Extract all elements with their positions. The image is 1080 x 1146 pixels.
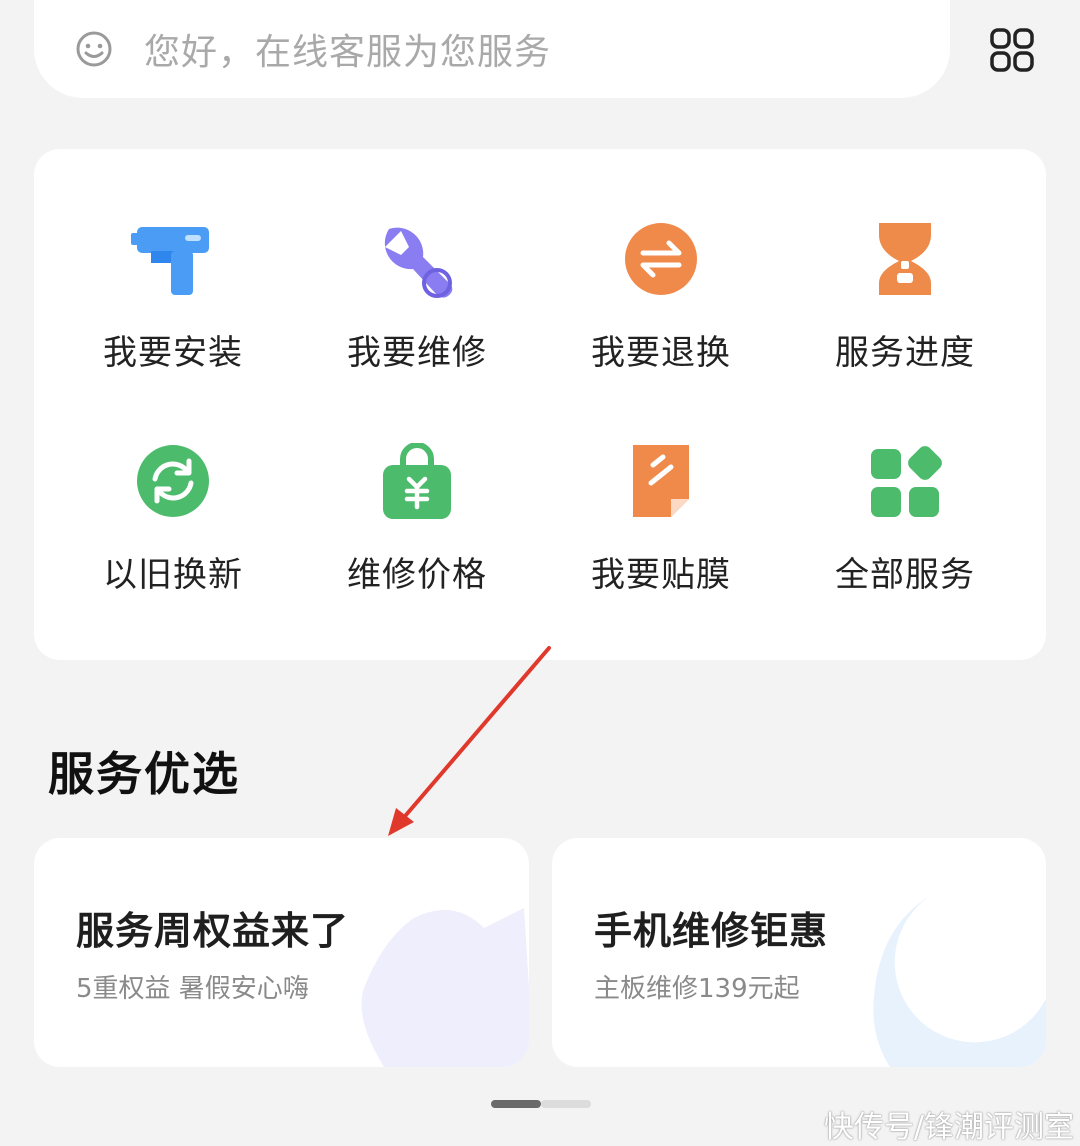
promo-subtitle: 主板维修139元起	[594, 974, 800, 1004]
promo-card-repair-discount[interactable]: 手机维修钜惠 主板维修139元起	[552, 838, 1046, 1067]
refresh-icon	[137, 445, 209, 517]
drill-icon	[131, 227, 209, 295]
service-item-repair[interactable]: 我要维修	[295, 221, 539, 421]
carousel-pager	[491, 1100, 591, 1108]
service-label: 我要安装	[103, 333, 243, 373]
search-placeholder: 您好，在线客服为您服务	[144, 32, 552, 73]
promo-card-service-week[interactable]: 服务周权益来了 5重权益 暑假安心嗨	[34, 838, 529, 1067]
wrench-icon	[384, 227, 453, 298]
price-bag-icon	[383, 443, 451, 519]
service-item-screen-film[interactable]: 我要贴膜	[539, 443, 783, 643]
watermark: 快传号/锋潮评测室	[823, 1110, 1074, 1145]
service-item-repair-price[interactable]: 维修价格	[295, 443, 539, 643]
promo-title: 手机维修钜惠	[594, 909, 829, 953]
promo-wrench-decoration-icon	[873, 886, 1046, 1067]
service-label: 全部服务	[835, 555, 975, 595]
service-item-trade-in[interactable]: 以旧换新	[51, 443, 295, 643]
grid-menu-icon[interactable]	[988, 26, 1036, 74]
search-bar[interactable]: 您好，在线客服为您服务	[34, 0, 950, 98]
film-icon	[633, 445, 689, 517]
service-label: 服务进度	[835, 333, 975, 373]
service-grid-card: 我要安装 我要维修 我要退换 服务进度 以旧换新 维修价格 我要贴膜 全部服务	[34, 149, 1046, 660]
service-label: 维修价格	[347, 555, 487, 595]
service-item-exchange[interactable]: 我要退换	[539, 221, 783, 421]
section-title: 服务优选	[48, 747, 240, 801]
promo-subtitle: 5重权益 暑假安心嗨	[76, 974, 309, 1004]
promo-title: 服务周权益来了	[76, 909, 350, 953]
service-label: 以旧换新	[103, 555, 243, 595]
service-label: 我要贴膜	[591, 555, 731, 595]
promo-decoration-icon	[361, 908, 529, 1067]
smiley-icon	[76, 31, 112, 67]
service-label: 我要退换	[591, 333, 731, 373]
service-item-install[interactable]: 我要安装	[51, 221, 295, 421]
exchange-icon	[625, 223, 697, 295]
pager-inactive-dot	[541, 1100, 591, 1108]
service-label: 我要维修	[347, 333, 487, 373]
all-services-icon	[871, 446, 942, 517]
hourglass-icon	[879, 223, 931, 295]
pager-active-dot	[491, 1100, 541, 1108]
service-item-progress[interactable]: 服务进度	[783, 221, 1027, 421]
service-item-all-services[interactable]: 全部服务	[783, 443, 1027, 643]
